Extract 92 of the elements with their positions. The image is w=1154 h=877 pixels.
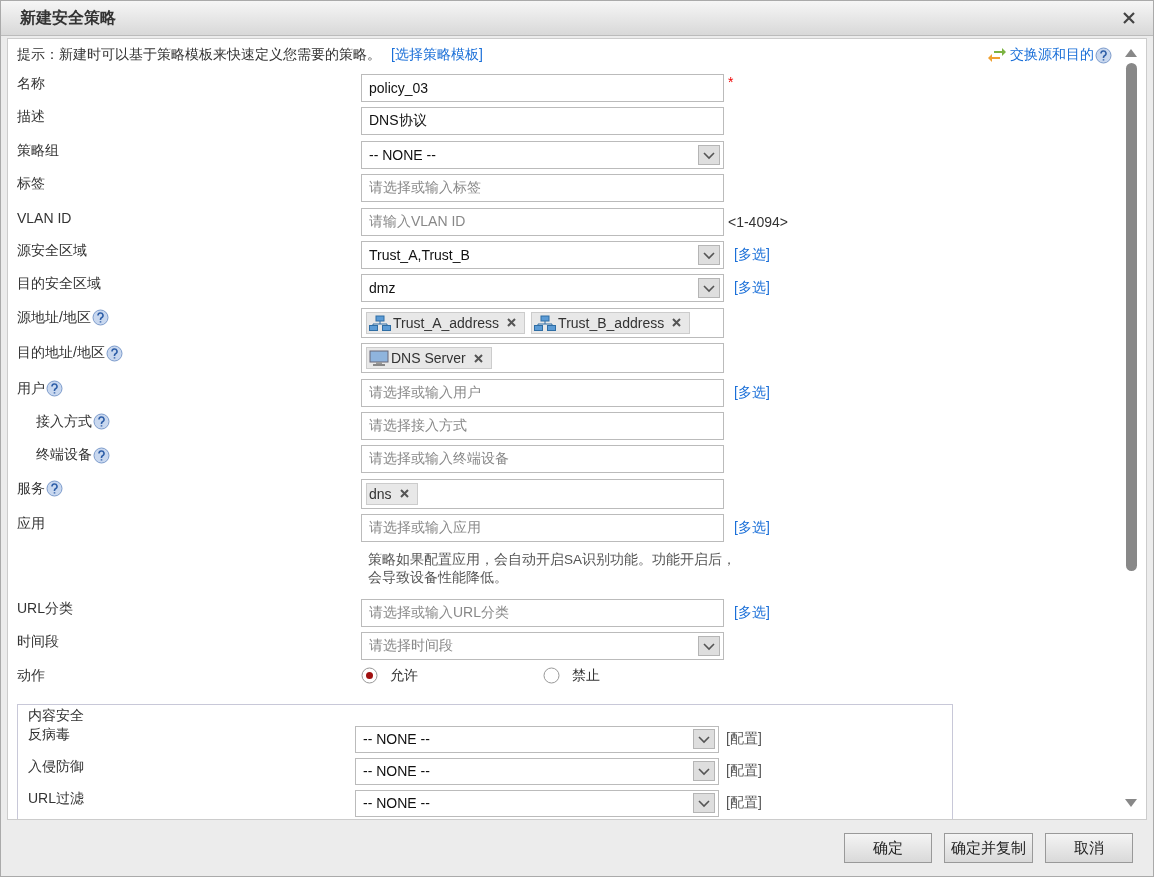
select-field[interactable]: -- NONE --: [355, 757, 719, 785]
help-icon[interactable]: [93, 446, 110, 464]
chevron-icon: [693, 793, 715, 814]
chevron-icon: [693, 761, 715, 782]
note-text: 策略如果配置应用，会自动开启SA识别功能。功能开启后，会导致设备性能降低。: [367, 551, 737, 588]
help-icon[interactable]: [46, 480, 63, 498]
help-icon[interactable]: [46, 380, 63, 397]
field-label: 名称: [17, 75, 45, 93]
field-label: 时间段: [17, 633, 59, 652]
chevron-icon: [693, 729, 715, 750]
configure-link[interactable]: [配置]: [726, 794, 762, 813]
swap-icon: [988, 48, 1006, 62]
field-label: 源地址/地区: [17, 308, 91, 327]
remove-icon[interactable]: [507, 318, 517, 328]
multi-select-link[interactable]: [多选]: [734, 383, 770, 402]
input-field[interactable]: 请选择接入方式: [361, 411, 724, 440]
panel-title: 内容安全: [28, 706, 85, 725]
dialog-button[interactable]: 取消: [1045, 833, 1133, 863]
field-label: 用户: [17, 379, 45, 398]
scroll-down-icon[interactable]: [1125, 799, 1137, 807]
input-field[interactable]: DNS协议: [361, 107, 724, 136]
input-field[interactable]: 请选择或输入用户: [361, 378, 724, 407]
tag-field[interactable]: DNS Server: [361, 343, 724, 374]
field-label: 动作: [17, 666, 45, 685]
field-label: 描述: [17, 108, 45, 127]
tag-label: dns: [369, 485, 392, 502]
remove-icon[interactable]: [672, 318, 682, 328]
field-label: 源安全区域: [17, 241, 87, 260]
field-label: 策略组: [17, 141, 59, 160]
configure-link[interactable]: [配置]: [726, 730, 762, 749]
chevron-icon: [698, 144, 720, 165]
field-label: VLAN ID: [17, 209, 72, 226]
input-field[interactable]: 请选择或输入标签: [361, 174, 724, 203]
chevron-icon: [698, 278, 720, 299]
select-field[interactable]: Trust_A,Trust_B: [361, 240, 724, 269]
help-icon[interactable]: [93, 413, 110, 431]
field-label: 应用: [17, 515, 45, 534]
tag-label: DNS Server: [391, 350, 466, 367]
multi-select-link[interactable]: [多选]: [734, 603, 770, 622]
radio-button[interactable]: [361, 667, 378, 685]
tag-field[interactable]: dns: [361, 478, 724, 509]
radio-label: 允许: [390, 666, 418, 685]
select-field[interactable]: -- NONE --: [355, 725, 719, 753]
field-label: 服务: [17, 479, 45, 498]
range-hint: <1-4094>: [728, 213, 788, 230]
monitor-icon: [369, 349, 389, 367]
scrollbar-thumb[interactable]: [1125, 63, 1137, 571]
select-field[interactable]: dmz: [361, 274, 724, 303]
chevron-icon: [698, 636, 720, 657]
remove-icon[interactable]: [399, 489, 409, 499]
tag-label: Trust_A_address: [393, 314, 500, 331]
multi-select-link[interactable]: [多选]: [734, 279, 770, 298]
field-label: 标签: [17, 175, 45, 194]
remove-icon[interactable]: [473, 353, 483, 363]
radio-button[interactable]: [542, 667, 560, 685]
help-icon[interactable]: [1095, 46, 1112, 64]
template-link[interactable]: [选择策略模板]: [391, 46, 483, 64]
field-label: URL过滤: [28, 789, 85, 808]
field-label: URL分类: [17, 599, 73, 618]
scroll-up-icon[interactable]: [1125, 49, 1137, 57]
configure-link[interactable]: [配置]: [726, 762, 762, 781]
window-title: 新建安全策略: [20, 7, 117, 28]
dialog-button[interactable]: 确定并复制: [944, 833, 1033, 863]
input-field[interactable]: policy_03: [361, 74, 724, 102]
input-field[interactable]: 请选择或输入终端设备: [361, 445, 724, 474]
network-icon: [369, 314, 391, 331]
hint-text: 提示：新建时可以基于策略模板来快速定义您需要的策略。: [17, 46, 381, 64]
help-icon[interactable]: [105, 344, 123, 362]
required-mark: *: [728, 74, 734, 90]
input-field[interactable]: 请输入VLAN ID: [361, 207, 724, 236]
close-icon[interactable]: [1123, 12, 1135, 24]
network-icon: [534, 314, 557, 331]
field-label: 反病毒: [28, 725, 71, 744]
field-label: 接入方式: [36, 412, 92, 431]
field-label: 目的地址/地区: [17, 344, 105, 363]
dialog-button[interactable]: 确定: [844, 833, 932, 863]
field-label: 入侵防御: [28, 757, 85, 776]
multi-select-link[interactable]: [多选]: [734, 519, 770, 538]
field-label: 终端设备: [36, 446, 92, 465]
select-field[interactable]: -- NONE --: [355, 789, 719, 817]
tag-label: Trust_B_address: [558, 314, 665, 331]
multi-select-link[interactable]: [多选]: [734, 245, 770, 264]
select-field[interactable]: -- NONE --: [361, 140, 724, 169]
chevron-icon: [698, 244, 720, 265]
swap-link[interactable]: 交换源和目的: [1010, 46, 1094, 64]
input-field[interactable]: 请选择或输入URL分类: [361, 598, 724, 627]
help-icon[interactable]: [91, 309, 109, 327]
tag-field[interactable]: Trust_A_address Trust_B_address: [361, 307, 724, 338]
field-label: 目的安全区域: [17, 275, 101, 294]
input-field[interactable]: 请选择或输入应用: [361, 514, 724, 543]
radio-label: 禁止: [571, 666, 600, 685]
select-field[interactable]: 请选择时间段: [361, 632, 724, 661]
